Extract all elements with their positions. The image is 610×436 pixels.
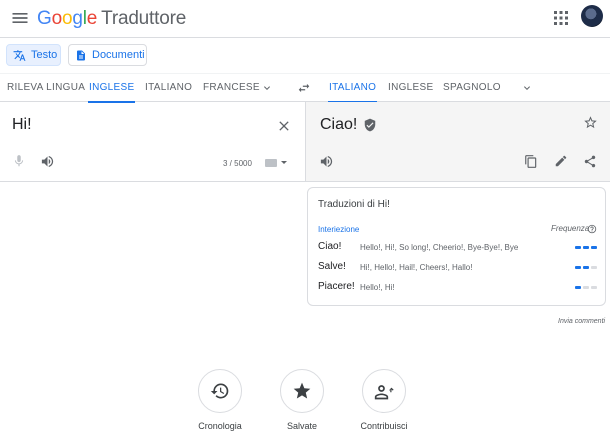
- translation-synonyms: Hi!, Hello!, Hail!, Cheers!, Hallo!: [360, 263, 473, 272]
- translation-word[interactable]: Salve!: [318, 261, 346, 272]
- keyboard-input-tools-icon[interactable]: [264, 157, 288, 169]
- tab-source-english[interactable]: INGLESE: [87, 74, 136, 103]
- tab-target-italian[interactable]: ITALIANO: [327, 74, 378, 103]
- source-text-panel: Hi! 3 / 5000: [0, 102, 305, 182]
- frequency-label: Frequenza: [551, 224, 590, 233]
- translations-card-title: Traduzioni di Hi!: [318, 199, 390, 210]
- edit-translation-pencil-icon[interactable]: [554, 154, 570, 170]
- source-text-input[interactable]: Hi!: [12, 116, 32, 134]
- tab-target-english[interactable]: INGLESE: [388, 74, 433, 102]
- verified-shield-icon: [363, 118, 377, 132]
- tab-detect-language[interactable]: RILEVA LINGUA: [7, 74, 85, 102]
- listen-translation-speaker-icon[interactable]: [319, 154, 335, 170]
- character-count: 3 / 5000: [223, 159, 252, 168]
- part-of-speech-label: Interiezione: [318, 225, 360, 234]
- saved-button[interactable]: Salvate: [272, 369, 332, 431]
- translation-synonyms: Hello!, Hi!, So long!, Cheerio!, Bye-Bye…: [360, 243, 519, 252]
- microphone-icon[interactable]: [12, 154, 28, 170]
- listen-source-speaker-icon[interactable]: [40, 154, 56, 170]
- google-translate-logo[interactable]: Google Traduttore: [37, 8, 186, 30]
- frequency-indicator: [575, 246, 597, 249]
- product-name: Traduttore: [101, 8, 187, 29]
- star-icon: [280, 369, 324, 413]
- save-translation-star-icon[interactable]: [583, 115, 599, 131]
- tab-target-spanish[interactable]: SPAGNOLO: [443, 74, 501, 102]
- translation-row[interactable]: Salve! Hi!, Hello!, Hail!, Cheers!, Hall…: [308, 259, 605, 277]
- saved-label: Salvate: [286, 421, 318, 431]
- translation-word[interactable]: Ciao!: [318, 241, 341, 252]
- contribute-icon: [362, 369, 406, 413]
- translation-word[interactable]: Piacere!: [318, 281, 355, 292]
- logo-letter: e: [86, 8, 98, 29]
- clear-text-close-icon[interactable]: [276, 118, 292, 134]
- frequency-help-icon[interactable]: [587, 224, 597, 234]
- mode-label: Testo: [31, 49, 58, 61]
- translation-row[interactable]: Piacere! Hello!, Hi!: [308, 279, 605, 297]
- source-language-more-chevron-down-icon[interactable]: [261, 82, 273, 94]
- apps-grid-icon[interactable]: [553, 10, 569, 26]
- history-button[interactable]: Cronologia: [190, 369, 250, 431]
- tab-source-italian[interactable]: ITALIANO: [145, 74, 192, 102]
- mode-button-documents[interactable]: Documenti: [68, 44, 147, 66]
- app-header: Google Traduttore: [0, 0, 610, 38]
- contribute-label: Contribuisci: [360, 421, 408, 431]
- frequency-indicator: [575, 286, 597, 289]
- send-feedback-link[interactable]: Invia commenti: [558, 318, 605, 325]
- swap-languages-icon[interactable]: [297, 81, 311, 95]
- target-text-panel: Ciao!: [305, 102, 610, 182]
- copy-translation-icon[interactable]: [524, 154, 540, 170]
- frequency-indicator: [575, 266, 597, 269]
- hamburger-menu-icon[interactable]: [10, 8, 30, 28]
- account-avatar[interactable]: [581, 5, 603, 27]
- logo-letter: g: [72, 8, 83, 29]
- tab-source-french[interactable]: FRANCESE: [203, 74, 260, 102]
- mode-button-text[interactable]: Testo: [6, 44, 61, 66]
- mode-label: Documenti: [92, 49, 145, 61]
- translate-icon: [13, 49, 31, 62]
- translation-synonyms: Hello!, Hi!: [360, 283, 395, 292]
- language-bar: RILEVA LINGUA INGLESE ITALIANO FRANCESE …: [0, 73, 610, 103]
- history-icon: [198, 369, 242, 413]
- share-translation-icon[interactable]: [583, 154, 599, 170]
- history-label: Cronologia: [198, 421, 242, 431]
- document-icon: [75, 49, 92, 62]
- target-language-more-chevron-down-icon[interactable]: [521, 82, 533, 94]
- contribute-button[interactable]: Contribuisci: [354, 369, 414, 431]
- logo-letter: o: [61, 8, 73, 29]
- translations-card: Traduzioni di Hi! Interiezione Frequenza…: [307, 187, 606, 306]
- translated-text-row: Ciao!: [320, 116, 377, 134]
- translation-row[interactable]: Ciao! Hello!, Hi!, So long!, Cheerio!, B…: [308, 239, 605, 257]
- translated-text: Ciao!: [320, 116, 358, 133]
- logo-letter: G: [37, 8, 52, 29]
- logo-letter: o: [51, 8, 63, 29]
